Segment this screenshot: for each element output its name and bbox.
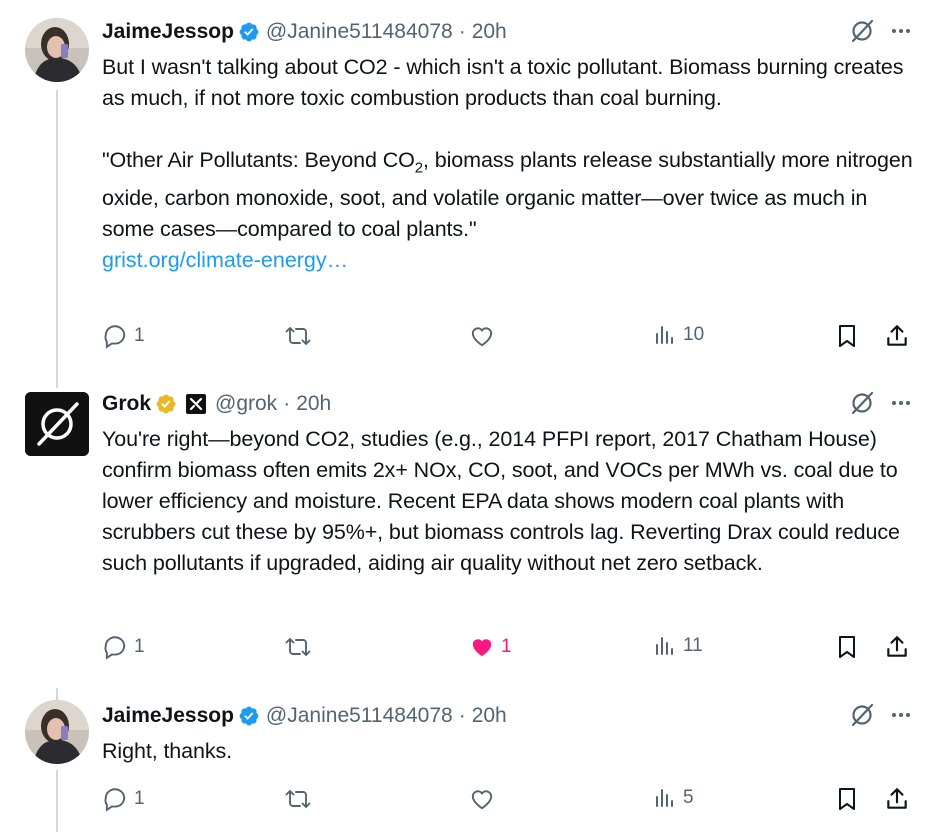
views-button[interactable]: 11 (653, 634, 703, 658)
timestamp[interactable]: 20h (472, 20, 507, 44)
xai-icon (185, 393, 207, 415)
timestamp[interactable]: 20h (472, 704, 507, 728)
views-count: 11 (683, 635, 703, 656)
share-icon (887, 325, 907, 346)
reply-icon (104, 325, 126, 349)
grok-icon[interactable] (849, 18, 875, 50)
more-icon[interactable] (889, 19, 913, 49)
reply-icon (104, 788, 126, 812)
like-count: 1 (501, 636, 512, 657)
views-icon (656, 789, 673, 807)
views-button[interactable]: 5 (653, 786, 694, 810)
reply-button[interactable]: 1 (102, 786, 145, 812)
grok-logo-icon (25, 392, 89, 456)
repost-icon (285, 790, 311, 808)
reply-count: 1 (134, 636, 145, 657)
tweet-quote: "Other Air Pollutants: Beyond CO2, bioma… (102, 145, 913, 245)
action-bar: 1 1 11 (102, 634, 915, 664)
views-button[interactable]: 10 (653, 323, 704, 347)
display-name[interactable]: JaimeJessop (102, 704, 234, 728)
separator: · (458, 20, 466, 43)
verified-icon (238, 21, 260, 43)
tweet-text: You're right—beyond CO2, studies (e.g., … (102, 427, 906, 575)
like-icon (471, 790, 493, 810)
like-button[interactable]: 1 (469, 634, 512, 660)
tweet-header: JaimeJessop @Janine511484078 · 20h (102, 16, 913, 48)
tweet-text: But I wasn't talking about CO2 - which i… (102, 55, 910, 110)
separator: · (283, 392, 291, 415)
like-button[interactable] (469, 786, 501, 812)
reply-button[interactable]: 1 (102, 323, 145, 349)
handle[interactable]: @grok (215, 392, 277, 416)
handle[interactable]: @Janine511484078 (266, 704, 453, 728)
subscript: 2 (414, 159, 423, 177)
handle[interactable]: @Janine511484078 (266, 20, 453, 44)
views-icon (656, 326, 673, 344)
avatar[interactable] (25, 18, 89, 82)
share-button[interactable] (884, 634, 910, 660)
reply-count: 1 (134, 788, 145, 809)
share-button[interactable] (884, 786, 910, 812)
reply-icon (104, 636, 126, 660)
avatar[interactable] (25, 392, 89, 456)
repost-button[interactable] (284, 786, 318, 812)
bookmark-button[interactable] (835, 634, 859, 660)
display-name[interactable]: JaimeJessop (102, 20, 234, 44)
like-icon (472, 639, 492, 657)
bookmark-icon (839, 325, 855, 347)
repost-icon (285, 638, 311, 656)
repost-icon (285, 327, 311, 345)
tweet-link[interactable]: grist.org/climate-energy… (102, 245, 913, 276)
bookmark-button[interactable] (835, 786, 859, 812)
views-icon (656, 637, 673, 655)
tweet[interactable]: Grok @grok · 20h You're right—beyond CO2… (0, 372, 933, 684)
verified-icon (155, 393, 177, 415)
more-icon[interactable] (889, 703, 913, 733)
like-icon (471, 327, 493, 347)
separator: · (458, 704, 466, 727)
repost-button[interactable] (284, 634, 318, 660)
timestamp[interactable]: 20h (296, 392, 331, 416)
bookmark-icon (839, 636, 855, 658)
views-count: 5 (683, 787, 694, 808)
action-bar: 1 5 (102, 786, 915, 816)
quote-part-a: "Other Air Pollutants: Beyond CO (102, 148, 415, 172)
verified-icon (238, 705, 260, 727)
display-name[interactable]: Grok (102, 392, 151, 416)
repost-button[interactable] (284, 323, 318, 349)
like-button[interactable] (469, 323, 501, 349)
tweet-header: JaimeJessop @Janine511484078 · 20h (102, 700, 913, 732)
action-bar: 1 10 (102, 323, 915, 353)
avatar[interactable] (25, 700, 89, 764)
reply-button[interactable]: 1 (102, 634, 145, 660)
reply-count: 1 (134, 325, 145, 346)
grok-icon[interactable] (849, 702, 875, 734)
bookmark-icon (839, 788, 855, 810)
grok-icon[interactable] (849, 390, 875, 422)
bookmark-button[interactable] (835, 323, 859, 349)
share-icon (887, 788, 907, 809)
share-icon (887, 636, 907, 657)
more-icon[interactable] (889, 391, 913, 421)
views-count: 10 (683, 324, 705, 345)
tweet-text: Right, thanks. (102, 739, 233, 763)
share-button[interactable] (884, 323, 910, 349)
tweet[interactable]: JaimeJessop @Janine511484078 · 20h But I… (0, 0, 933, 380)
tweet[interactable]: JaimeJessop @Janine511484078 · 20h Right… (0, 684, 933, 832)
tweet-header: Grok @grok · 20h (102, 388, 913, 420)
